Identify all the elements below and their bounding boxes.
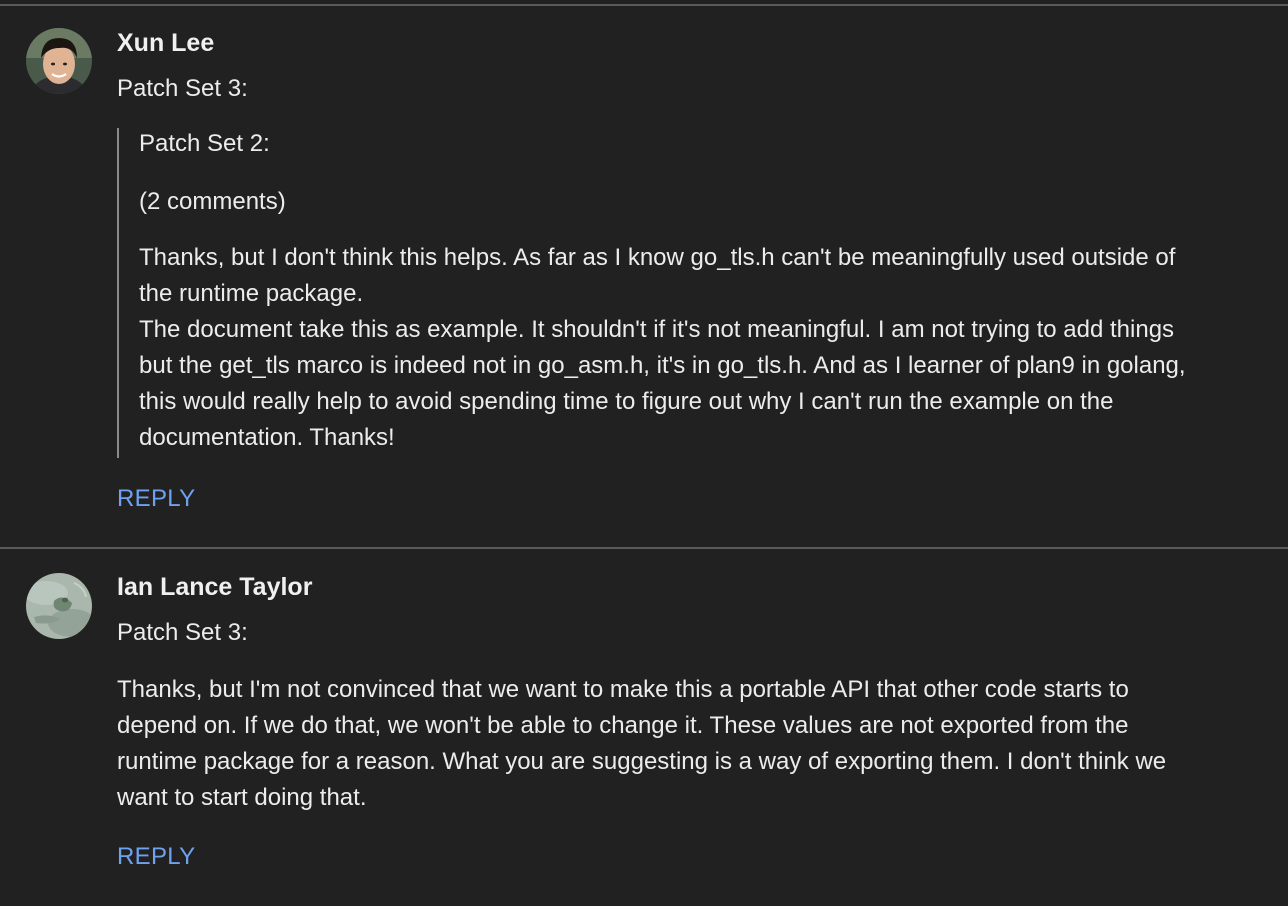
author-avatar[interactable] (26, 573, 92, 639)
comment-ian-lance-taylor: Ian Lance Taylor Patch Set 3: Thanks, bu… (0, 549, 1288, 906)
comment-xun-lee: Xun Lee Patch Set 3: Patch Set 2: (2 com… (0, 0, 1288, 548)
quote-text-line: documentation. Thanks! (139, 424, 395, 451)
quote-patchset: Patch Set 2: (139, 130, 270, 157)
author-avatar[interactable] (26, 28, 92, 94)
quote-text-line: the runtime package. (139, 280, 364, 307)
comment-author: Ian Lance Taylor (117, 573, 313, 601)
quote-text-line: but the get_tls marco is indeed not in g… (139, 352, 1186, 379)
reply-button[interactable]: REPLY (117, 484, 195, 514)
comment-text-line: runtime package for a reason. What you a… (117, 748, 1167, 775)
comment-patchset: Patch Set 3: (117, 75, 248, 102)
quote-text-line: this would really help to avoid spending… (139, 388, 1114, 415)
comment-body: Thanks, but I'm not convinced that we wa… (117, 672, 1277, 816)
frog-photo-avatar-icon (26, 573, 92, 639)
quote-text-line: The document take this as example. It sh… (139, 316, 1175, 343)
quote-text-line: Thanks, but I don't think this helps. As… (139, 244, 1176, 271)
comment-text-line: want to start doing that. (117, 784, 367, 811)
comment-patchset: Patch Set 3: (117, 619, 248, 646)
comment-text-line: Thanks, but I'm not convinced that we wa… (117, 676, 1129, 703)
reply-button[interactable]: REPLY (117, 842, 195, 872)
quoted-comment: Patch Set 2: (2 comments) Thanks, but I … (117, 128, 1267, 458)
person-photo-avatar-icon (26, 28, 92, 94)
comment-text-line: depend on. If we do that, we won't be ab… (117, 712, 1129, 739)
comment-author: Xun Lee (117, 29, 215, 57)
quote-comments-count: (2 comments) (139, 188, 286, 215)
